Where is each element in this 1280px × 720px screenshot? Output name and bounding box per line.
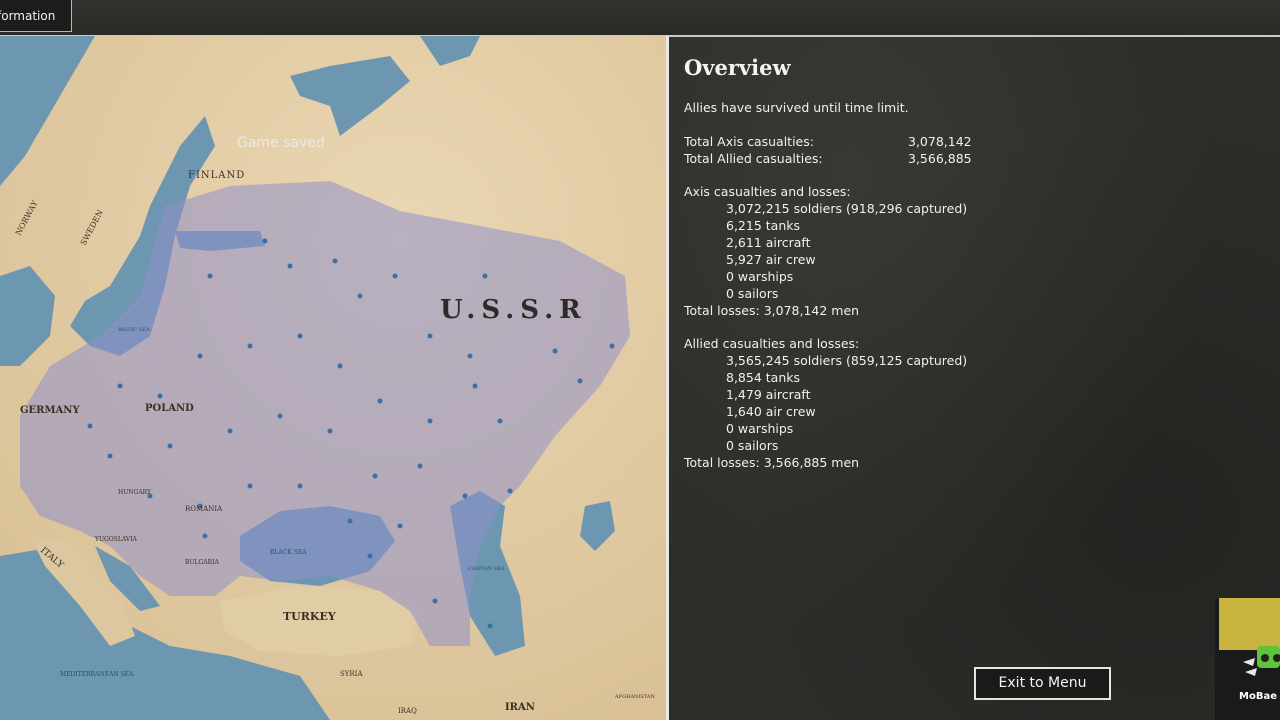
total-axis-label: Total Axis casualties: (684, 134, 814, 149)
map-label-finland: FINLAND (188, 170, 245, 181)
channel-logo: MoBae (1215, 598, 1280, 720)
axis-header: Axis casualties and losses: (684, 184, 851, 199)
total-axis-value: 3,078,142 (908, 134, 972, 149)
map-label-afghanistan: AFGHANISTAN (614, 694, 655, 700)
tab-label: formation (0, 9, 56, 23)
map-label-iran: IRAN (505, 702, 535, 713)
allied-item: 1,479 aircraft (726, 387, 811, 402)
axis-item: 2,611 aircraft (726, 235, 811, 250)
axis-item: 5,927 air crew (726, 252, 816, 267)
allied-item: 1,640 air crew (726, 404, 816, 419)
map-label-baltic-sea: BALTIC SEA (118, 327, 150, 333)
campaign-map[interactable]: FINLAND NORWAY SWEDEN U.S.S.R GERMANY PO… (0, 36, 666, 720)
axis-item: 0 warships (726, 269, 794, 284)
allied-total: Total losses: 3,566,885 men (684, 455, 860, 470)
watermark-text: MoBae (1239, 691, 1277, 702)
exit-to-menu-button[interactable]: Exit to Menu (974, 667, 1111, 700)
allied-item: 0 sailors (726, 438, 779, 453)
top-bar: formation (0, 0, 1280, 37)
map-label-caspian-sea: CASPIAN SEA (468, 566, 505, 572)
map-label-black-sea: BLACK SEA (270, 549, 307, 556)
total-allied-value: 3,566,885 (908, 151, 972, 166)
map-label-yugoslavia: YUGOSLAVIA (94, 536, 138, 543)
overview-title: Overview (684, 55, 791, 80)
allied-item: 0 warships (726, 421, 794, 436)
map-label-syria: SYRIA (340, 670, 363, 678)
axis-total: Total losses: 3,078,142 men (684, 303, 860, 318)
map-label-poland: POLAND (145, 403, 194, 414)
allied-header: Allied casualties and losses: (684, 336, 860, 351)
map-label-germany: GERMANY (20, 405, 80, 416)
map-label-turkey: TURKEY (283, 610, 336, 623)
map-label-bulgaria: BULGARIA (185, 559, 219, 566)
axis-item: 0 sailors (726, 286, 779, 301)
map-label-iraq: IRAQ (398, 707, 417, 715)
map-label-mediterranean: MEDITERRANEAN SEA (60, 671, 134, 678)
axis-item: 3,072,215 soldiers (918,296 captured) (726, 201, 968, 216)
map-label-ussr: U.S.S.R (440, 295, 587, 325)
total-allied-label: Total Allied casualties: (684, 151, 823, 166)
axis-item: 6,215 tanks (726, 218, 800, 233)
overview-panel: Overview Allies have survived until time… (669, 37, 1280, 720)
tab-information[interactable]: formation (0, 0, 72, 32)
result-text: Allies have survived until time limit. (684, 100, 909, 115)
allied-item: 8,854 tanks (726, 370, 800, 385)
map-label-romania: ROMANIA (185, 505, 223, 513)
allied-item: 3,565,245 soldiers (859,125 captured) (726, 353, 968, 368)
map-canvas: FINLAND NORWAY SWEDEN U.S.S.R GERMANY PO… (0, 36, 666, 720)
map-label-hungary: HUNGARY (118, 489, 152, 496)
game-saved-toast: Game saved (237, 135, 325, 151)
